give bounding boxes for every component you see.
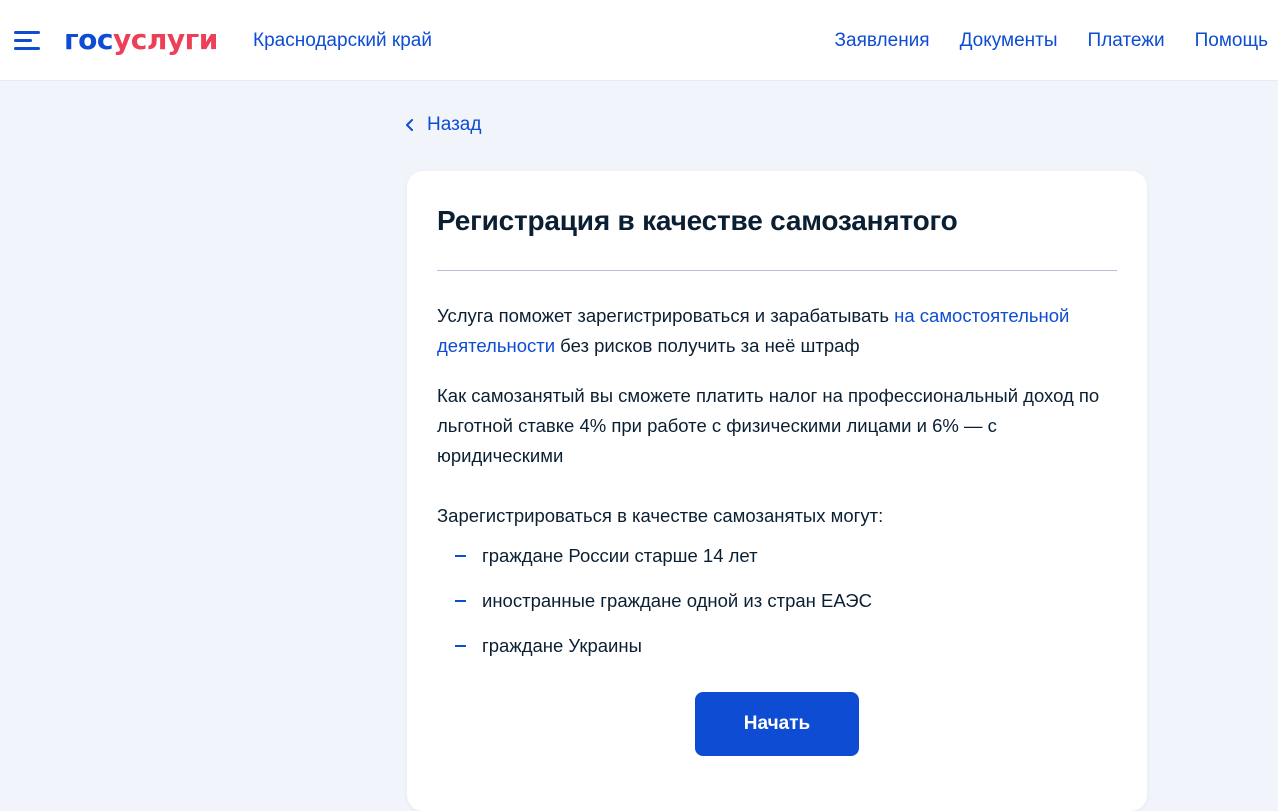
list-item-label: граждане России старше 14 лет — [482, 545, 758, 566]
list-item: граждане России старше 14 лет — [455, 541, 872, 571]
description-text-start: Услуга поможет зарегистрироваться и зара… — [437, 305, 895, 326]
back-link[interactable]: Назад — [405, 113, 481, 137]
nav-link-applications[interactable]: Заявления — [835, 29, 930, 53]
dash-bullet-icon — [455, 645, 466, 647]
logo-part-uslugi: услуги — [112, 23, 218, 56]
dash-bullet-icon — [455, 600, 466, 602]
dash-bullet-icon — [455, 555, 466, 557]
menu-icon[interactable] — [14, 29, 40, 53]
service-description: Услуга поможет зарегистрироваться и зара… — [437, 301, 1127, 361]
chevron-left-icon — [406, 119, 413, 131]
start-button[interactable]: Начать — [695, 692, 859, 756]
title-divider — [437, 270, 1117, 271]
top-nav: Заявления Документы Платежи Помощь — [835, 29, 1268, 53]
list-item-label: иностранные граждане одной из стран ЕАЭС — [482, 590, 872, 611]
top-header: госуслуги Краснодарский край Заявления Д… — [0, 0, 1278, 81]
back-label: Назад — [427, 114, 482, 135]
nav-link-payments[interactable]: Платежи — [1088, 29, 1165, 53]
gosuslugi-logo[interactable]: госуслуги — [64, 22, 218, 58]
list-item-label: граждане Украины — [482, 635, 642, 656]
logo-part-gos: гос — [64, 23, 113, 56]
tax-info: Как самозанятый вы сможете платить налог… — [437, 385, 1100, 466]
service-card: Регистрация в качестве самозанятого Услу… — [407, 171, 1147, 811]
nav-link-documents[interactable]: Документы — [960, 29, 1058, 53]
region-selector[interactable]: Краснодарский край — [253, 29, 432, 53]
description-text-end: без рисков получить за неё штраф — [555, 335, 860, 356]
list-item: иностранные граждане одной из стран ЕАЭС — [455, 586, 872, 616]
list-item: граждане Украины — [455, 631, 872, 661]
nav-link-help[interactable]: Помощь — [1195, 29, 1268, 53]
eligibility-heading: Зарегистрироваться в качестве самозаняты… — [437, 505, 884, 526]
eligibility-list: граждане России старше 14 лет иностранны… — [455, 541, 872, 676]
page-title: Регистрация в качестве самозанятого — [437, 205, 958, 236]
